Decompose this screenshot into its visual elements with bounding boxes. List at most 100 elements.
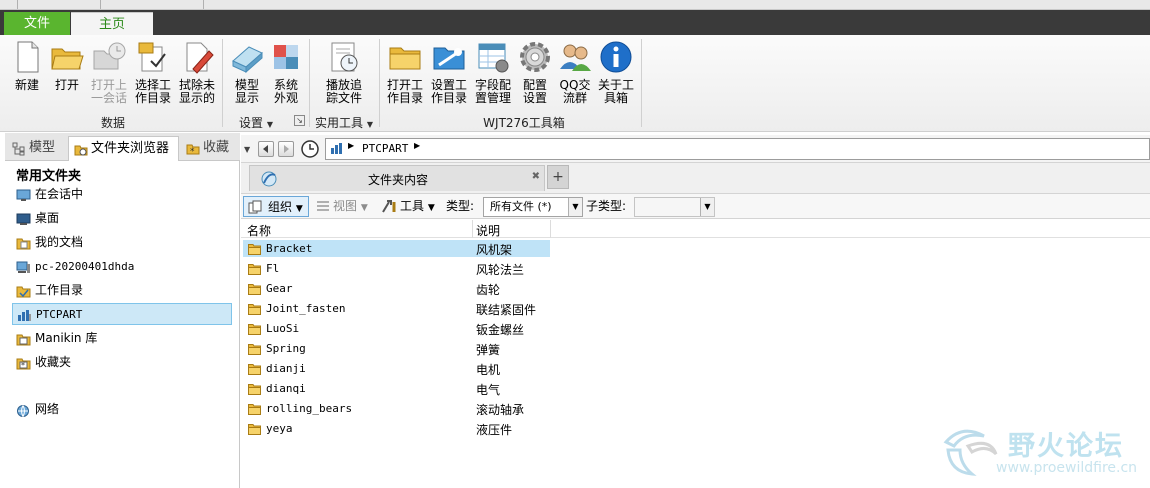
tab-favorites[interactable]: * 收藏 (181, 136, 239, 161)
breadcrumb-ptcpart[interactable]: PTCPART (362, 142, 408, 155)
qq-group-button[interactable]: QQ交 流群 (553, 39, 597, 105)
play-trail-file-label: 播放追 踪文件 (325, 78, 362, 105)
system-appearance-button[interactable]: 系统 外观 (264, 39, 308, 105)
column-separator[interactable] (472, 220, 473, 238)
file-name: yeya (266, 422, 293, 435)
tools-button[interactable]: 工具 ▼ (378, 196, 435, 217)
quick-access-separator (203, 0, 204, 9)
tab-file[interactable]: 文件 (4, 12, 70, 35)
table-row[interactable]: Spring 弹簧 (241, 339, 1150, 359)
view-button[interactable]: 视图 ▼ (313, 196, 368, 217)
field-config-button[interactable]: 字段配 置管理 (471, 39, 515, 105)
file-description: 电机 (476, 363, 501, 377)
folder-item-in-session[interactable]: 在会话中 (12, 184, 232, 206)
folder-item-label: 网络 (35, 402, 60, 416)
file-name: Fl (266, 262, 280, 275)
folder-item-favorites[interactable]: * 收藏夹 (12, 352, 232, 374)
chevron-down-icon[interactable]: ▼ (244, 145, 250, 154)
folder-item-working-dir[interactable]: 工作目录 (12, 280, 232, 302)
organize-button[interactable]: 组织 ▼ (243, 196, 309, 217)
organize-icon (248, 200, 264, 220)
type-select[interactable]: 所有文件 (*) ▼ (483, 197, 583, 217)
folder-icon (248, 284, 261, 295)
table-row[interactable]: LuoSi 钣金螺丝 (241, 319, 1150, 339)
group-label-utility[interactable]: 实用工具 ▼ (313, 114, 375, 131)
browser-tab-strip: 文件夹内容 ✖ + (241, 163, 1150, 193)
breadcrumb-arrow-icon[interactable]: ▶ (414, 141, 420, 150)
folder-item-ptcpart[interactable]: PTCPART (12, 303, 232, 325)
tab-folder-browser[interactable]: 文件夹浏览器 (68, 136, 179, 161)
file-name: Gear (266, 282, 293, 295)
column-separator[interactable] (550, 220, 551, 238)
qq-group-label: QQ交 流群 (559, 78, 591, 105)
file-description: 弹簧 (476, 343, 501, 357)
ribbon-group-separator (641, 39, 642, 127)
play-trail-file-button[interactable]: 播放追 踪文件 (322, 39, 366, 105)
column-header-name[interactable]: 名称 (247, 222, 271, 239)
info-icon (598, 39, 634, 75)
folder-item-my-documents[interactable]: 我的文档 (12, 232, 232, 254)
favorites-folder-icon: * (16, 356, 31, 370)
tab-home[interactable]: 主页 (71, 12, 153, 35)
tab-folder-contents[interactable]: 文件夹内容 ✖ (249, 165, 545, 191)
table-row[interactable]: Gear 齿轮 (241, 279, 1150, 299)
settings-dialog-launcher-icon[interactable]: ↘ (294, 115, 305, 126)
back-button[interactable] (258, 141, 274, 157)
folder-item-computer[interactable]: pc-20200401dhda (12, 256, 232, 278)
folder-item-manikin[interactable]: Manikin 库 (12, 328, 232, 350)
navigator-tabs: 模型 文件夹浏览器 * 收藏 (5, 133, 240, 161)
open-button[interactable]: 打开 (45, 39, 89, 92)
group-label-settings[interactable]: 设置 ▼ (236, 114, 276, 131)
erase-not-displayed-button[interactable]: 拭除未 显示的 (175, 39, 219, 105)
table-row[interactable]: Fl 风轮法兰 (241, 259, 1150, 279)
about-toolbox-button[interactable]: 关于工 具箱 (594, 39, 638, 105)
type-select-value: 所有文件 (*) (490, 200, 552, 213)
model-display-button[interactable]: 模型 显示 (225, 39, 269, 105)
file-name: dianqi (266, 382, 306, 395)
add-tab-button[interactable]: + (547, 165, 569, 189)
column-header-description[interactable]: 说明 (476, 222, 500, 239)
table-row[interactable]: dianji 电机 (241, 359, 1150, 379)
config-settings-button[interactable]: 配置 设置 (513, 39, 557, 105)
set-working-dir-button[interactable]: 设置工 作目录 (427, 39, 471, 105)
open-folder-icon (49, 39, 85, 75)
chevron-down-icon: ▼ (266, 120, 273, 129)
folder-item-label: PTCPART (36, 308, 83, 321)
ribbon-group-separator (379, 39, 380, 127)
new-button[interactable]: 新建 (5, 39, 49, 92)
folder-item-label: 桌面 (35, 211, 60, 225)
folder-icon (248, 424, 261, 435)
new-file-icon (9, 39, 45, 75)
favorites-icon: * (186, 141, 200, 157)
forward-button[interactable] (278, 141, 294, 157)
history-button[interactable] (300, 139, 320, 159)
open-working-dir-button[interactable]: 打开工 作目录 (383, 39, 427, 105)
folder-item-label: 在会话中 (35, 187, 84, 201)
table-row[interactable]: rolling_bears 滚动轴承 (241, 399, 1150, 419)
folder-icon (248, 384, 261, 395)
folder-item-desktop[interactable]: 桌面 (12, 208, 232, 230)
address-input[interactable]: ▶ PTCPART ▶ (325, 138, 1150, 160)
open-working-dir-label: 打开工 作目录 (386, 78, 423, 105)
watermark-url: www.proewildfire.cn (996, 460, 1138, 476)
table-row[interactable]: Bracket 风机架 (241, 239, 1150, 259)
library-icon (17, 308, 32, 321)
chevron-down-icon: ▼ (366, 120, 373, 129)
folder-item-network[interactable]: 网络 (12, 399, 232, 421)
svg-text:*: * (21, 361, 25, 370)
file-name: dianji (266, 362, 306, 375)
close-icon[interactable]: ✖ (532, 171, 540, 182)
breadcrumb-arrow-icon[interactable]: ▶ (348, 141, 354, 150)
ribbon-tab-bar: 文件 主页 (0, 10, 1150, 35)
table-row[interactable]: Joint_fasten 联结紧固件 (241, 299, 1150, 319)
subtype-select[interactable]: ▼ (634, 197, 715, 217)
folder-item-label: pc-20200401dhda (35, 260, 135, 273)
folder-icon (387, 39, 423, 75)
select-working-directory-icon (135, 39, 171, 75)
ribbon-group-separator (222, 39, 223, 127)
open-last-session-button[interactable]: 打开上 一会话 (87, 39, 131, 105)
folder-icon (248, 304, 261, 315)
tab-model-tree[interactable]: 模型 (7, 136, 65, 161)
table-row[interactable]: dianqi 电气 (241, 379, 1150, 399)
select-working-dir-button[interactable]: 选择工 作目录 (131, 39, 175, 105)
